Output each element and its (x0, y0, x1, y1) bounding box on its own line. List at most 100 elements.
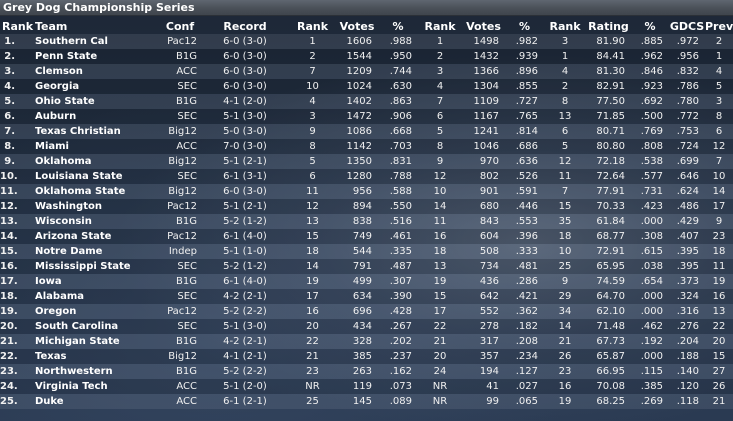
col-header-poll2-votes[interactable]: Votes (462, 18, 505, 34)
gdcs-cell: .786 (669, 79, 705, 94)
poll1-votes-cell: 838 (336, 214, 378, 229)
table-row[interactable]: 17. Iowa B1G 6-1 (4-0) 19 499.307 19 436.286 9 74… (0, 274, 733, 289)
rating-cell: 70.33 (586, 199, 631, 214)
rating-cell: 66.95 (586, 364, 631, 379)
table-row[interactable]: 21. Michigan State B1G 4-2 (2-1) 22 328.202 21… (0, 334, 733, 349)
gdcs-cell: .395 (669, 244, 705, 259)
table-row[interactable]: 5. Ohio State B1G 4-1 (2-0) 4 1402.863 7 1109.7… (0, 94, 733, 109)
poll1-pct-cell: .988 (378, 34, 418, 49)
rank-cell: 13. (0, 214, 29, 229)
poll1-rank-cell: 15 (289, 229, 336, 244)
table-row[interactable]: 11. Oklahoma State Big12 6-0 (3-0) 11 956.588… (0, 184, 733, 199)
table-row[interactable]: 25. Duke ACC 6-1 (2-1) 25 145.089 NR 99.065 19 68… (0, 394, 733, 409)
rating-rank-cell: 1 (544, 49, 586, 64)
poll2-votes-cell: 802 (462, 169, 505, 184)
col-header-poll1-votes[interactable]: Votes (336, 18, 378, 34)
col-header-rating-pct[interactable]: % (631, 18, 669, 34)
gdcs-cell: .429 (669, 214, 705, 229)
poll1-votes-cell: 1350 (336, 154, 378, 169)
rating-cell: 68.25 (586, 394, 631, 409)
table-row[interactable]: 10. Louisiana State SEC 6-1 (3-1) 6 1280.788 1… (0, 169, 733, 184)
table-row[interactable]: 9. Oklahoma Big12 5-1 (2-1) 5 1350.831 9 970.63… (0, 154, 733, 169)
record-cell: 5-2 (1-2) (201, 259, 289, 274)
rating-rank-cell: 23 (544, 364, 586, 379)
prev-cell: 1 (705, 49, 733, 64)
table-row[interactable]: 4. Georgia SEC 6-0 (3-0) 10 1024.630 4 1304.855… (0, 79, 733, 94)
poll1-pct-cell: .668 (378, 124, 418, 139)
table-row[interactable]: 3. Clemson ACC 6-0 (3-0) 7 1209.744 3 1366.896 4… (0, 64, 733, 79)
rating-rank-cell: 11 (544, 169, 586, 184)
poll2-votes-cell: 1432 (462, 49, 505, 64)
rank-cell: 22. (0, 349, 29, 364)
prev-cell: 21 (705, 394, 733, 409)
rating-cell: 74.59 (586, 274, 631, 289)
col-header-rating[interactable]: Rating (586, 18, 631, 34)
col-header-rank[interactable]: Rank (0, 18, 33, 34)
conf-cell: B1G (159, 49, 201, 64)
team-cell: Georgia (29, 79, 159, 94)
rating-cell: 62.10 (586, 304, 631, 319)
table-row[interactable]: 24. Virginia Tech ACC 5-1 (2-0) NR 119.073 NR 4… (0, 379, 733, 394)
col-header-conf[interactable]: Conf (159, 18, 201, 34)
record-cell: 6-0 (3-0) (201, 34, 289, 49)
poll2-pct-cell: .333 (505, 244, 544, 259)
conf-cell: SEC (159, 289, 201, 304)
poll2-pct-cell: .286 (505, 274, 544, 289)
table-row[interactable]: 6. Auburn SEC 5-1 (3-0) 3 1472.906 6 1167.765 13… (0, 109, 733, 124)
col-header-poll2-rank[interactable]: Rank (418, 18, 462, 34)
rating-pct-cell: .423 (631, 199, 669, 214)
table-row[interactable]: 16. Mississippi State SEC 5-2 (1-2) 14 791.48… (0, 259, 733, 274)
poll2-rank-cell: 14 (418, 199, 462, 214)
poll1-rank-cell: 6 (289, 169, 336, 184)
table-row[interactable]: 8. Miami ACC 7-0 (3-0) 8 1142.703 8 1046.686 5 80… (0, 139, 733, 154)
poll1-votes-cell: 1280 (336, 169, 378, 184)
col-header-poll1-rank[interactable]: Rank (289, 18, 336, 34)
poll2-rank-cell: 19 (418, 274, 462, 289)
poll1-votes-cell: 328 (336, 334, 378, 349)
table-row[interactable]: 7. Texas Christian Big12 5-0 (3-0) 9 1086.668… (0, 124, 733, 139)
record-cell: 5-1 (3-0) (201, 109, 289, 124)
col-header-poll2-pct[interactable]: % (505, 18, 544, 34)
gdcs-cell: .118 (669, 394, 705, 409)
rating-cell: 68.77 (586, 229, 631, 244)
poll2-votes-cell: 1109 (462, 94, 505, 109)
poll1-pct-cell: .237 (378, 349, 418, 364)
poll2-pct-cell: .982 (505, 34, 544, 49)
record-cell: 6-1 (3-1) (201, 169, 289, 184)
rating-cell: 81.30 (586, 64, 631, 79)
poll2-pct-cell: .855 (505, 79, 544, 94)
table-row[interactable]: 23. Northwestern B1G 5-2 (2-2) 23 263.162 24 19… (0, 364, 733, 379)
table-row[interactable]: 12. Washington Pac12 5-1 (2-1) 12 894.550 14 68… (0, 199, 733, 214)
prev-cell: 8 (705, 109, 733, 124)
conf-cell: B1G (159, 364, 201, 379)
col-header-team[interactable]: Team (29, 18, 159, 34)
poll2-pct-cell: .234 (505, 349, 544, 364)
table-row[interactable]: 1. Southern Cal Pac12 6-0 (3-0) 1 1606.988 1 14… (0, 34, 733, 49)
col-header-record[interactable]: Record (201, 18, 289, 34)
gdcs-cell: .324 (669, 289, 705, 304)
poll1-pct-cell: .950 (378, 49, 418, 64)
table-row[interactable]: 20. South Carolina SEC 5-1 (3-0) 20 434.267 22… (0, 319, 733, 334)
rank-cell: 7. (0, 124, 29, 139)
poll1-pct-cell: .487 (378, 259, 418, 274)
rating-rank-cell: 14 (544, 319, 586, 334)
col-header-prev[interactable]: Prev (705, 18, 733, 34)
prev-cell: 15 (705, 349, 733, 364)
table-row[interactable]: 22. Texas Big12 4-1 (2-1) 21 385.237 20 357.234… (0, 349, 733, 364)
poll2-rank-cell: 10 (418, 184, 462, 199)
rank-cell: 11. (0, 184, 29, 199)
prev-cell: 18 (705, 244, 733, 259)
poll1-rank-cell: NR (289, 379, 336, 394)
table-row[interactable]: 13. Wisconsin B1G 5-2 (1-2) 13 838.516 11 843.5… (0, 214, 733, 229)
table-row[interactable]: 18. Alabama SEC 4-2 (2-1) 17 634.390 15 642.421… (0, 289, 733, 304)
col-header-gdcs[interactable]: GDCS (669, 18, 705, 34)
table-header: Rank Team Conf Record Rank Votes % Rank … (0, 18, 733, 34)
gdcs-cell: .753 (669, 124, 705, 139)
rating-rank-cell: 7 (544, 184, 586, 199)
col-header-poll1-pct[interactable]: % (378, 18, 418, 34)
col-header-rating-rank[interactable]: Rank (544, 18, 586, 34)
table-row[interactable]: 19. Oregon Pac12 5-2 (2-2) 16 696.428 17 552.36… (0, 304, 733, 319)
table-row[interactable]: 2. Penn State B1G 6-0 (3-0) 2 1544.950 2 1432.9… (0, 49, 733, 64)
table-row[interactable]: 14. Arizona State Pac12 6-1 (4-0) 15 749.461 1… (0, 229, 733, 244)
table-row[interactable]: 15. Notre Dame Indep 5-1 (1-0) 18 544.335 18 50… (0, 244, 733, 259)
